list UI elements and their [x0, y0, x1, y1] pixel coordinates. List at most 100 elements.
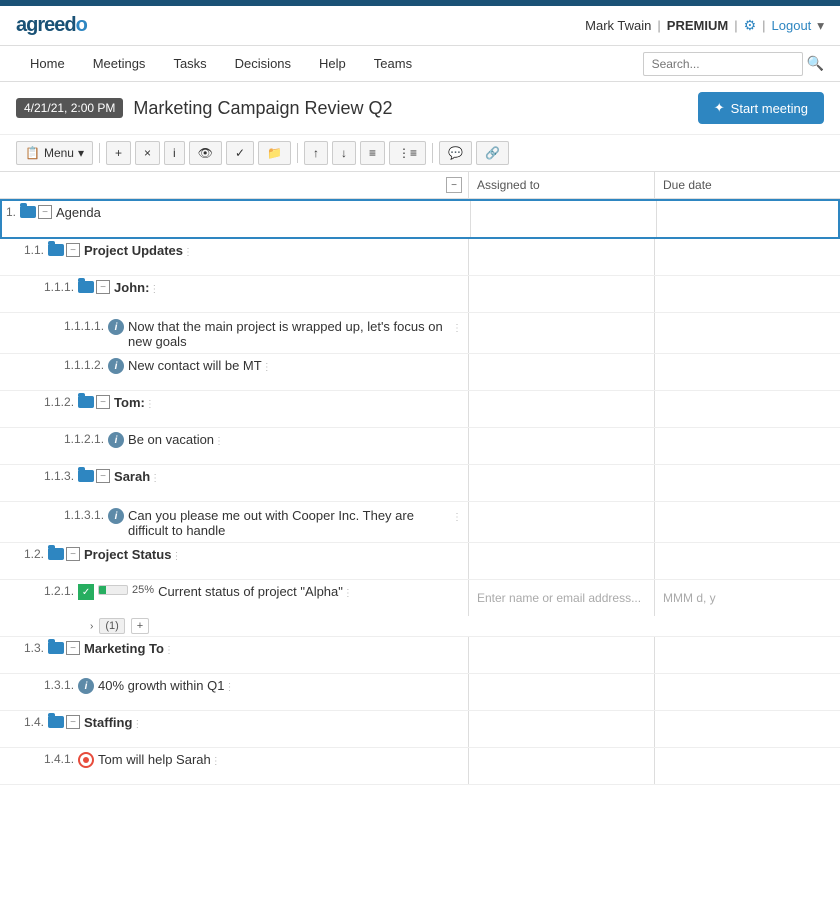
nav-tasks[interactable]: Tasks	[159, 46, 220, 81]
minus-box-icon: −	[66, 715, 80, 729]
logo: agreedo	[16, 14, 87, 37]
drag-handle[interactable]: ⋮	[452, 508, 462, 523]
assigned-cell	[468, 428, 654, 464]
outdent-button[interactable]: ⋮≡	[389, 141, 426, 165]
drag-handle[interactable]: ⋮	[452, 319, 462, 334]
minus-box-icon: −	[66, 547, 80, 561]
table-row: 1.2. − Project Status ⋮	[0, 543, 840, 580]
nav-links: Home Meetings Tasks Decisions Help Teams	[16, 46, 426, 81]
drag-handle[interactable]: ⋮	[214, 432, 224, 447]
indent-button[interactable]: ≡	[360, 141, 385, 165]
drag-handle[interactable]: ⋮	[171, 547, 181, 562]
table-row: 1.2.1. ✓ 25% Current status of project "…	[0, 580, 840, 637]
assigned-input-cell[interactable]: Enter name or email address...	[468, 580, 654, 616]
premium-badge: PREMIUM	[667, 18, 728, 33]
row-label: Now that the main project is wrapped up,…	[128, 319, 452, 349]
drag-handle[interactable]: ⋮	[150, 469, 160, 484]
row-number: 1.1.1.2.	[64, 358, 104, 372]
row-number: 1.2.	[24, 547, 44, 561]
info-icon: i	[108, 508, 124, 524]
assigned-cell	[468, 748, 654, 784]
row-label: John:	[114, 280, 149, 295]
row-number: 1.2.1.	[44, 584, 74, 598]
row-number: 1.1.3.	[44, 469, 74, 483]
row-label: Project Status	[84, 547, 171, 562]
delete-item-button[interactable]: ×	[135, 141, 160, 165]
row-label: New contact will be MT	[128, 358, 262, 373]
row-label: Be on vacation	[128, 432, 214, 447]
table-row: 1.1.2.1. i Be on vacation ⋮	[0, 428, 840, 465]
col-assigned-header: Assigned to	[468, 172, 654, 198]
table-row: 1.1.3. − Sarah ⋮	[0, 465, 840, 502]
check-button[interactable]: ✓	[226, 141, 254, 165]
collapse-all-button[interactable]: −	[446, 177, 462, 193]
move-up-button[interactable]: ↑	[304, 141, 328, 165]
row-number: 1.1.1.	[44, 280, 74, 294]
row-label: Project Updates	[84, 243, 183, 258]
due-input-cell[interactable]: MMM d, y	[654, 580, 840, 616]
row-number: 1.1.2.	[44, 395, 74, 409]
add-sub-item-button[interactable]: +	[131, 618, 149, 634]
drag-handle[interactable]: ⋮	[224, 678, 234, 693]
info-icon: i	[108, 319, 124, 335]
menu-button[interactable]: 📋 Menu ▾	[16, 141, 93, 165]
drag-handle[interactable]: ⋮	[149, 280, 159, 295]
user-menu-chevron[interactable]: ▾	[817, 18, 824, 34]
agenda-title-input[interactable]	[56, 205, 464, 220]
row-number: 1.3.1.	[44, 678, 74, 692]
due-cell	[654, 428, 840, 464]
row-number: 1.4.1.	[44, 752, 74, 766]
row-number: 1.1.3.1.	[64, 508, 104, 522]
due-cell	[654, 354, 840, 390]
info-button[interactable]: i	[164, 141, 185, 165]
table-row: 1.1.1.2. i New contact will be MT ⋮	[0, 354, 840, 391]
drag-handle[interactable]: ⋮	[343, 584, 353, 599]
nav-search: 🔍	[643, 52, 824, 76]
progress-wrap: 25%	[98, 584, 154, 596]
table-row: 1.4.1. Tom will help Sarah ⋮	[0, 748, 840, 785]
user-name: Mark Twain	[585, 18, 651, 33]
folder-icon	[48, 716, 64, 728]
row-label: Can you please me out with Cooper Inc. T…	[128, 508, 452, 538]
drag-handle[interactable]: ⋮	[164, 641, 174, 656]
nav-decisions[interactable]: Decisions	[221, 46, 305, 81]
nav-home[interactable]: Home	[16, 46, 79, 81]
folder-button[interactable]: 📁	[258, 141, 291, 165]
add-item-button[interactable]: +	[106, 141, 131, 165]
drag-handle[interactable]: ⋮	[145, 395, 155, 410]
start-meeting-icon: ✦	[714, 100, 725, 116]
drag-handle[interactable]: ⋮	[183, 243, 193, 258]
progress-bar	[98, 585, 128, 595]
row-label: Marketing To	[84, 641, 164, 656]
minus-box-icon: −	[96, 469, 110, 483]
drag-handle[interactable]: ⋮	[132, 715, 142, 730]
search-button[interactable]: 🔍	[807, 55, 824, 72]
meeting-bar: 4/21/21, 2:00 PM Marketing Campaign Revi…	[0, 82, 840, 135]
assigned-cell	[468, 543, 654, 579]
search-input[interactable]	[643, 52, 803, 76]
gear-button[interactable]: ⚙	[744, 17, 757, 34]
nav-help[interactable]: Help	[305, 46, 360, 81]
drag-handle[interactable]: ⋮	[262, 358, 272, 373]
table-row: 1.3.1. i 40% growth within Q1 ⋮	[0, 674, 840, 711]
folder-icon	[48, 642, 64, 654]
drag-handle[interactable]: ⋮	[211, 752, 221, 767]
folder-icon	[20, 206, 36, 218]
row-number: 1.1.1.1.	[64, 319, 104, 333]
expand-chevron-icon[interactable]: ›	[90, 621, 93, 632]
start-meeting-button[interactable]: ✦ Start meeting	[698, 92, 824, 124]
view-button[interactable]: 👁	[189, 141, 222, 165]
comment-button[interactable]: 💬	[439, 141, 472, 165]
nav-meetings[interactable]: Meetings	[79, 46, 160, 81]
nav-teams[interactable]: Teams	[360, 46, 426, 81]
due-cell	[654, 674, 840, 710]
assigned-cell	[468, 711, 654, 747]
minus-box-icon: −	[96, 395, 110, 409]
move-down-button[interactable]: ↓	[332, 141, 356, 165]
link-button[interactable]: 🔗	[476, 141, 509, 165]
table-row: 1.3. − Marketing To ⋮	[0, 637, 840, 674]
folder-icon	[78, 281, 94, 293]
row-number: 1.1.	[24, 243, 44, 257]
logout-button[interactable]: Logout	[772, 18, 812, 33]
progress-percent: 25%	[132, 584, 154, 596]
